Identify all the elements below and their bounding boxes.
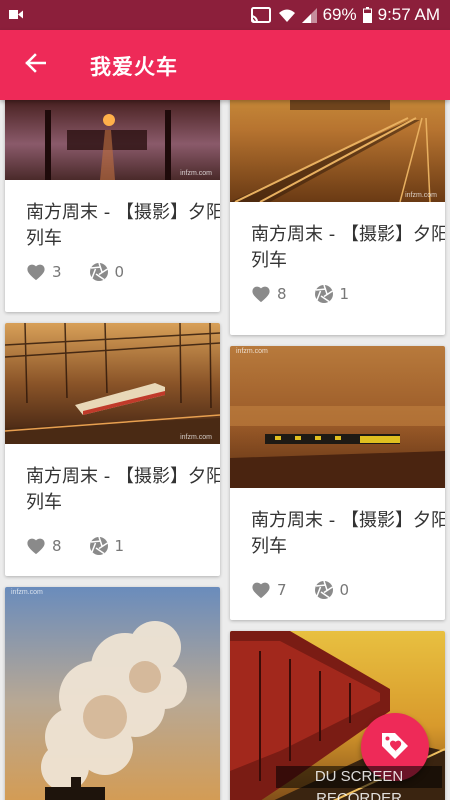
share-count: 0 bbox=[114, 263, 125, 281]
card-stats: 8 1 bbox=[251, 283, 349, 305]
page-title: 我爱火车 bbox=[90, 55, 178, 79]
aperture-icon bbox=[89, 536, 115, 556]
photo-card[interactable]: infzm.com 南方周末 - 【摄影】夕阳列车 3 0 bbox=[5, 100, 220, 312]
heart-icon bbox=[251, 581, 277, 599]
heart-tag-icon bbox=[379, 730, 411, 764]
card-stats: 8 1 bbox=[26, 535, 124, 557]
status-bar: 69% 9:57 AM bbox=[0, 0, 450, 30]
battery-percent: 69% bbox=[322, 5, 357, 24]
like-stat[interactable]: 3 bbox=[26, 263, 62, 281]
screen-recorder-watermark: DU SCREEN RECORDER bbox=[276, 766, 442, 800]
arrow-left-icon bbox=[24, 53, 47, 77]
card-title: 南方周末 - 【摄影】夕阳列车 bbox=[26, 466, 220, 513]
photo-watermark: infzm.com bbox=[405, 192, 437, 199]
share-stat[interactable]: 1 bbox=[89, 536, 125, 556]
like-stat[interactable]: 8 bbox=[26, 537, 62, 555]
card-photo: infzm.com bbox=[5, 587, 220, 800]
back-button[interactable] bbox=[18, 50, 52, 80]
card-photo: infzm.com bbox=[230, 100, 445, 202]
like-stat[interactable]: 8 bbox=[251, 285, 287, 303]
share-count: 1 bbox=[339, 285, 350, 303]
photo-card[interactable]: infzm.com 南方周末 - 【摄影】夕阳列车 7 0 bbox=[230, 346, 445, 620]
share-count: 1 bbox=[114, 537, 125, 555]
app-bar: 我爱火车 bbox=[0, 30, 450, 100]
photo-card[interactable]: infzm.com 南方周末 - 【摄影】夕阳列车 8 1 bbox=[230, 100, 445, 335]
wifi-icon bbox=[278, 8, 296, 23]
photo-card[interactable]: infzm.com bbox=[5, 587, 220, 800]
photo-feed[interactable]: infzm.com 南方周末 - 【摄影】夕阳列车 3 0 infzm.com … bbox=[0, 100, 450, 800]
signal-icon bbox=[301, 7, 317, 23]
photo-watermark: infzm.com bbox=[180, 434, 212, 441]
photo-watermark: infzm.com bbox=[11, 589, 43, 596]
card-title: 南方周末 - 【摄影】夕阳列车 bbox=[251, 224, 445, 271]
heart-icon bbox=[251, 285, 277, 303]
card-title: 南方周末 - 【摄影】夕阳列车 bbox=[26, 202, 220, 249]
like-stat[interactable]: 7 bbox=[251, 581, 287, 599]
card-photo: infzm.com bbox=[230, 346, 445, 488]
card-photo: infzm.com bbox=[5, 100, 220, 180]
photo-watermark: infzm.com bbox=[180, 170, 212, 177]
heart-icon bbox=[26, 537, 52, 555]
like-count: 7 bbox=[277, 581, 287, 599]
share-stat[interactable]: 0 bbox=[89, 262, 125, 282]
like-count: 3 bbox=[52, 263, 62, 281]
card-stats: 3 0 bbox=[26, 261, 124, 283]
card-photo: infzm.com bbox=[5, 323, 220, 444]
photo-card[interactable]: infzm.com 南方周末 - 【摄影】夕阳列车 8 1 bbox=[5, 323, 220, 576]
like-count: 8 bbox=[277, 285, 287, 303]
aperture-icon bbox=[314, 580, 340, 600]
share-stat[interactable]: 1 bbox=[314, 284, 350, 304]
clock: 9:57 AM bbox=[377, 5, 440, 24]
share-count: 0 bbox=[339, 581, 350, 599]
video-camera-icon bbox=[9, 9, 23, 20]
card-stats: 7 0 bbox=[251, 579, 349, 601]
aperture-icon bbox=[89, 262, 115, 282]
battery-icon bbox=[362, 7, 372, 23]
aperture-icon bbox=[314, 284, 340, 304]
card-title: 南方周末 - 【摄影】夕阳列车 bbox=[251, 510, 445, 557]
like-count: 8 bbox=[52, 537, 62, 555]
photo-watermark: infzm.com bbox=[236, 348, 268, 355]
share-stat[interactable]: 0 bbox=[314, 580, 350, 600]
cast-icon bbox=[250, 6, 272, 24]
heart-icon bbox=[26, 263, 52, 281]
